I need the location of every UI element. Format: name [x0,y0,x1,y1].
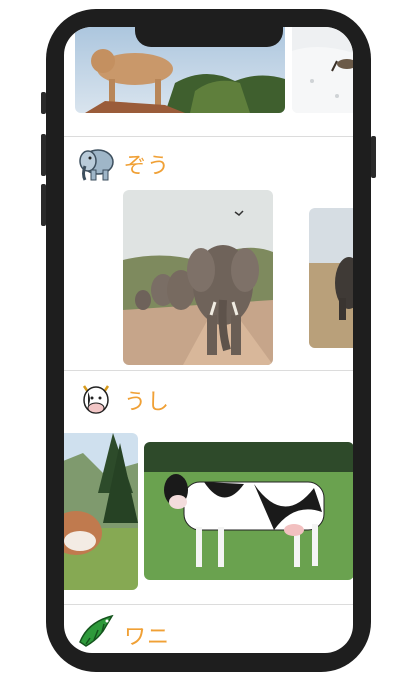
animal-photo-elephant[interactable] [123,190,273,365]
app-screen: ぞう うし ワニ [64,27,353,653]
elephant-icon [76,144,116,184]
mute-switch [41,92,46,114]
section-divider [64,604,353,605]
section-label-cow: うし [124,390,171,415]
section-divider [64,370,353,371]
volume-up-button [41,134,46,176]
volume-down-button [41,184,46,226]
animal-photo-elephant-2[interactable] [309,208,353,348]
animal-photo-cow[interactable] [144,442,353,580]
section-divider [64,136,353,137]
animal-photo-snow[interactable] [292,27,353,113]
crocodile-icon [76,610,116,650]
section-label-crocodile: ワニ [124,625,171,650]
section-label-elephant: ぞう [124,154,171,179]
phone-notch [135,27,283,47]
power-button [371,136,376,178]
cow-icon [76,378,116,418]
animal-photo-cow-grazing[interactable] [64,433,138,590]
